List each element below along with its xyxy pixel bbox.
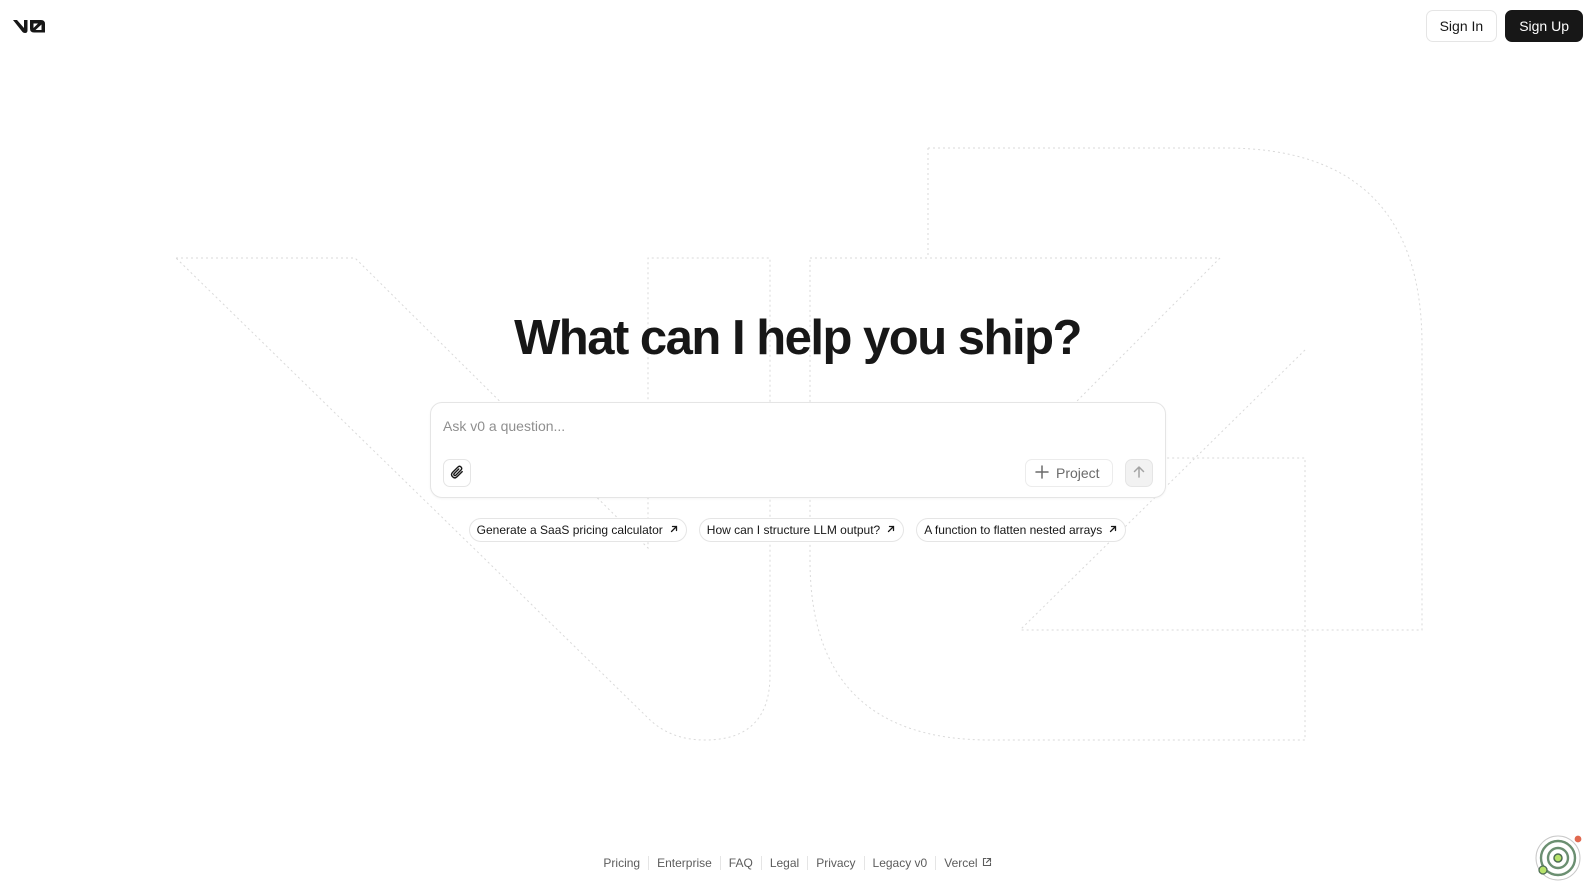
top-header: Sign In Sign Up [0, 0, 1595, 52]
v0-logo-icon[interactable] [12, 14, 46, 38]
suggestion-label: Generate a SaaS pricing calculator [476, 523, 663, 537]
footer-link-vercel-label: Vercel [944, 856, 978, 870]
footer-links: Pricing Enterprise FAQ Legal Privacy Leg… [0, 856, 1595, 870]
suggestion-chip[interactable]: A function to flatten nested arrays [916, 518, 1127, 542]
suggestion-chip[interactable]: Generate a SaaS pricing calculator [468, 518, 687, 542]
prompt-input[interactable] [443, 415, 1143, 437]
page: Sign In Sign Up What can I help you ship… [0, 0, 1595, 889]
paperclip-icon [449, 464, 465, 483]
help-widget-icon[interactable] [1534, 830, 1586, 882]
attach-button[interactable] [443, 459, 471, 487]
plus-icon [1035, 464, 1049, 482]
arrow-up-right-icon [669, 523, 679, 537]
suggestion-label: A function to flatten nested arrays [924, 523, 1103, 537]
arrow-up-right-icon [886, 523, 896, 537]
project-label: Project [1056, 465, 1100, 481]
external-link-icon [982, 856, 992, 870]
arrow-up-right-icon [1108, 523, 1118, 537]
suggestion-label: How can I structure LLM output? [706, 523, 881, 537]
suggestion-chip[interactable]: How can I structure LLM output? [698, 518, 905, 542]
footer-link-pricing[interactable]: Pricing [595, 856, 648, 870]
hero-title: What can I help you ship? [514, 311, 1082, 365]
arrow-up-icon [1132, 465, 1146, 482]
footer-link-privacy[interactable]: Privacy [808, 856, 863, 870]
footer-link-vercel[interactable]: Vercel [936, 856, 999, 870]
footer-link-legacy-v0[interactable]: Legacy v0 [865, 856, 936, 870]
sign-in-button[interactable]: Sign In [1425, 10, 1498, 42]
auth-buttons: Sign In Sign Up [1425, 10, 1583, 42]
prompt-box: Project [430, 402, 1166, 498]
footer-link-legal[interactable]: Legal [762, 856, 807, 870]
suggestion-chips: Generate a SaaS pricing calculator How c… [0, 518, 1595, 542]
sign-up-button[interactable]: Sign Up [1505, 10, 1583, 42]
footer-link-faq[interactable]: FAQ [721, 856, 761, 870]
footer-link-enterprise[interactable]: Enterprise [649, 856, 720, 870]
send-button[interactable] [1125, 459, 1153, 487]
add-project-button[interactable]: Project [1025, 459, 1113, 487]
